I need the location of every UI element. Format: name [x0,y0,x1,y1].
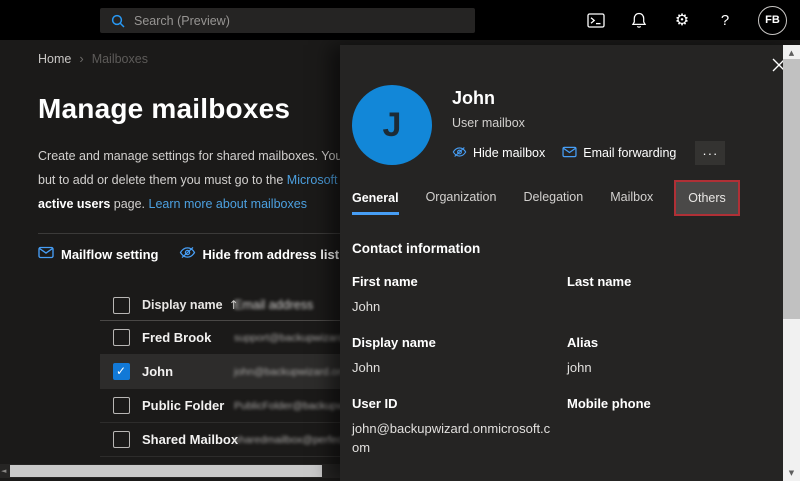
mail-envelope-icon [562,146,577,161]
field-alias: Alias john [567,335,776,377]
field-label: Last name [567,274,776,289]
mail-envelope-icon [38,246,54,262]
notifications-bell-icon[interactable] [629,10,649,30]
toolbar-divider [38,233,340,234]
column-label: Display name [142,298,223,312]
breadcrumb-home[interactable]: Home [38,52,71,66]
display-name-cell: Shared Mailbox [142,432,234,447]
tab-others-highlighted[interactable]: Others [674,180,740,216]
field-label: First name [352,274,555,289]
user-header-info: John User mailbox Hide mailbox Email for… [452,85,725,165]
help-icon[interactable]: ? [715,10,735,30]
top-app-bar: ⚙ ? FB [0,0,800,40]
action-label: Hide mailbox [473,146,545,160]
mailflow-setting-button[interactable]: Mailflow setting [38,246,159,262]
scroll-left-arrow-icon[interactable]: ◄ [1,467,6,475]
scroll-down-arrow-icon[interactable]: ▼ [783,469,800,477]
contact-fields: First name John Last name Display name J… [352,274,776,476]
user-avatar: J [352,85,432,165]
display-name-cell: John [142,364,234,379]
field-label: Alias [567,335,776,350]
email-forwarding-button[interactable]: Email forwarding [562,146,676,161]
mailbox-type-label: User mailbox [452,116,725,130]
user-header: J John User mailbox Hide mailbox [352,85,776,165]
column-label: Email address [234,298,313,312]
row-checkbox[interactable] [113,329,130,346]
breadcrumb: Home › Mailboxes [38,51,148,66]
field-user-id: User ID john@backupwizard.onmicrosoft.co… [352,396,555,457]
user-name: John [452,88,725,109]
account-avatar[interactable]: FB [758,6,787,35]
detail-tabs: General Organization Delegation Mailbox … [352,179,776,217]
field-value [567,419,776,436]
row-checkbox[interactable] [113,431,130,448]
tab-delegation[interactable]: Delegation [523,190,583,206]
chevron-right-icon: › [79,51,83,66]
toolbar-label: Mailflow setting [61,247,159,262]
breadcrumb-current: Mailboxes [92,52,148,66]
field-value: john@backupwizard.onmicrosoft.com [352,419,555,457]
field-value: john [567,358,776,377]
topbar-actions: ⚙ ? FB [586,0,800,40]
field-first-name: First name John [352,274,555,316]
horizontal-scrollbar-thumb[interactable] [10,465,322,477]
field-mobile-phone: Mobile phone [567,396,776,457]
cloud-shell-icon[interactable] [586,10,606,30]
action-label: Email forwarding [583,146,676,160]
hide-mailbox-button[interactable]: Hide mailbox [452,146,545,161]
mailbox-details-flyout: J John User mailbox Hide mailbox [340,45,800,481]
display-name-cell: Fred Brook [142,330,234,345]
global-search[interactable] [100,8,475,33]
field-label: User ID [352,396,555,411]
field-label: Mobile phone [567,396,776,411]
column-display-name[interactable]: Display name ↑ [142,298,234,312]
eye-slash-icon [452,146,467,161]
vertical-scrollbar-thumb[interactable] [783,59,800,319]
field-last-name: Last name [567,274,776,316]
flyout-content: J John User mailbox Hide mailbox [352,45,776,481]
description-text: page. [110,197,148,211]
field-label: Display name [352,335,555,350]
hide-from-address-list-button[interactable]: Hide from address list [179,246,340,262]
select-all-checkbox[interactable] [113,297,130,314]
eye-slash-icon [179,246,196,262]
contact-information-heading: Contact information [352,241,776,256]
display-name-cell: Public Folder [142,398,234,413]
active-users-text: active users [38,197,110,211]
row-checkbox-checked[interactable]: ✓ [113,363,130,380]
search-icon [111,14,125,28]
scroll-up-arrow-icon[interactable]: ▲ [783,49,800,57]
field-value: John [352,297,555,316]
settings-gear-icon[interactable]: ⚙ [672,10,692,30]
row-checkbox[interactable] [113,397,130,414]
tab-mailbox[interactable]: Mailbox [610,190,653,206]
description-text: but to add or delete them you must go to… [38,173,287,187]
field-value: John [352,358,555,377]
vertical-scrollbar[interactable]: ▲ ▼ [783,45,800,481]
field-display-name: Display name John [352,335,555,377]
learn-more-link[interactable]: Learn more about mailboxes [149,197,307,211]
tab-general[interactable]: General [352,191,399,215]
page-title: Manage mailboxes [38,93,290,125]
field-value [567,297,776,314]
search-input[interactable] [134,14,475,28]
toolbar-label: Hide from address list [203,247,340,262]
horizontal-scrollbar[interactable]: ◄ [0,464,340,478]
quick-actions: Hide mailbox Email forwarding ··· [452,141,725,165]
more-actions-button[interactable]: ··· [695,141,725,165]
tab-organization[interactable]: Organization [426,190,497,206]
